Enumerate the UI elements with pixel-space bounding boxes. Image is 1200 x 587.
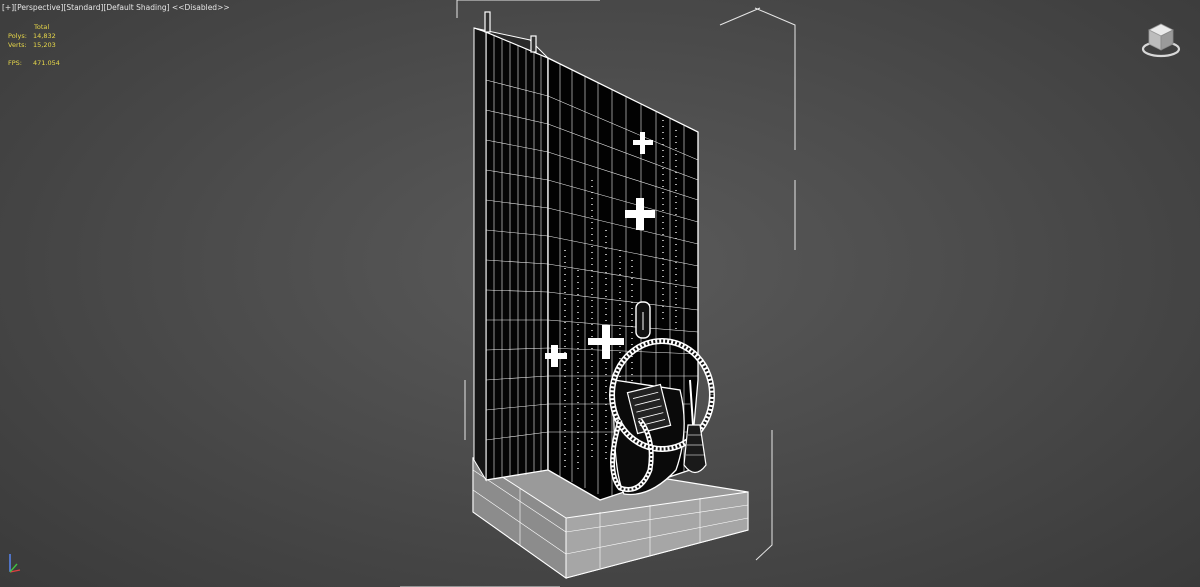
viewcube-icon[interactable]	[1140, 18, 1182, 60]
stats-fps-row: FPS: 471.054	[8, 59, 60, 68]
stats-verts-row: Verts: 15,203	[8, 41, 60, 50]
wireframe-model[interactable]	[0, 0, 1200, 587]
stats-polys-value: 14,832	[33, 32, 56, 40]
stats-verts-value: 15,203	[33, 41, 56, 49]
stats-total-label: Total	[34, 23, 50, 31]
viewport-point-of-view-menu[interactable]: [Perspective]	[14, 3, 63, 12]
viewport-label-bar: [+][Perspective][Standard][Default Shadi…	[2, 3, 230, 12]
viewport-shading-menu[interactable]: [Default Shading]	[103, 3, 169, 12]
stats-polys-label: Polys:	[8, 32, 27, 40]
kiosk-body	[473, 11, 715, 501]
stats-fps-value: 471.054	[33, 59, 60, 67]
stats-polys-row: Polys: 14,832	[8, 32, 60, 41]
axis-gizmo-icon	[9, 554, 21, 573]
perspective-viewport[interactable]: [+][Perspective][Standard][Default Shadi…	[0, 0, 1200, 587]
stats-verts-label: Verts:	[8, 41, 27, 49]
viewport-menu-plus[interactable]: [+]	[2, 3, 14, 12]
viewport-disabled-status[interactable]: <<Disabled>>	[172, 3, 230, 12]
stats-fps-label: FPS:	[8, 59, 22, 67]
stats-overlay: Total Polys: 14,832 Verts: 15,203 FPS: 4…	[8, 23, 60, 68]
viewport-shading-standard-menu[interactable]: [Standard]	[63, 3, 103, 12]
